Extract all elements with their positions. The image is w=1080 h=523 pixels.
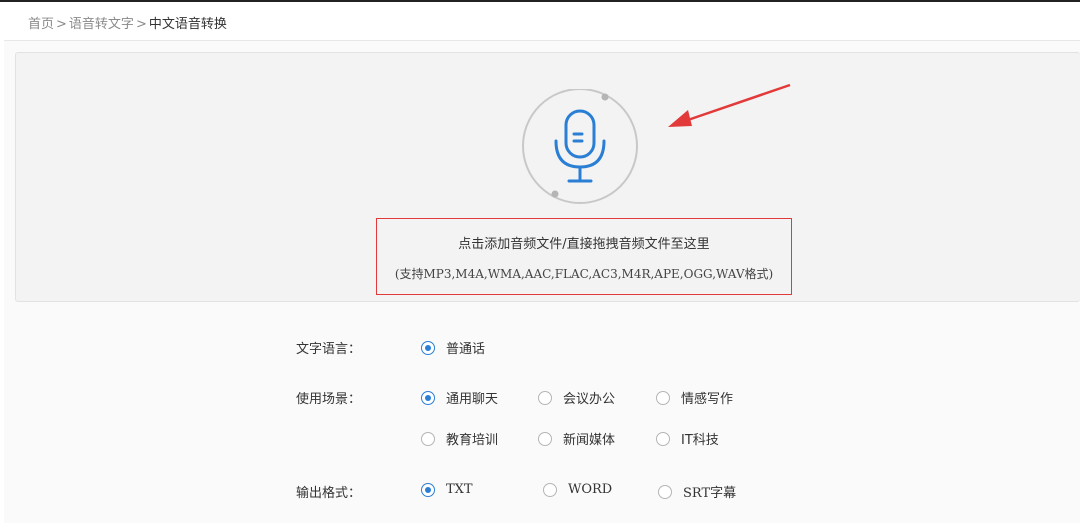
radio-label: 新闻媒体 bbox=[563, 433, 616, 448]
radio-label: WORD bbox=[568, 482, 613, 497]
radio-label: TXT bbox=[446, 482, 473, 497]
breadcrumb: 首页 > 语音转文字 > 中文语音转换 bbox=[28, 13, 227, 32]
radio-circle bbox=[543, 482, 557, 497]
output-option-txt[interactable]: TXT bbox=[421, 482, 473, 497]
breadcrumb-home-link[interactable]: 首页 bbox=[28, 17, 54, 32]
radio-circle bbox=[656, 390, 670, 405]
red-arrow-annotation bbox=[668, 83, 791, 127]
window-top-edge bbox=[0, 0, 1080, 2]
language-label: 文字语言： bbox=[296, 342, 362, 357]
scene-option-meeting[interactable]: 会议办公 bbox=[538, 388, 615, 407]
radio-circle bbox=[658, 484, 672, 499]
scene-option-news-media[interactable]: 新闻媒体 bbox=[538, 429, 615, 448]
breadcrumb-separator: > bbox=[56, 17, 67, 32]
scene-option-education[interactable]: 教育培训 bbox=[421, 429, 498, 448]
breadcrumb-speech-to-text-link[interactable]: 语音转文字 bbox=[69, 17, 134, 32]
radio-circle bbox=[656, 431, 670, 446]
radio-label: IT科技 bbox=[681, 433, 719, 448]
radio-label: 情感写作 bbox=[681, 392, 734, 407]
radio-label: 会议办公 bbox=[563, 392, 616, 407]
scene-option-writing[interactable]: 情感写作 bbox=[656, 388, 733, 407]
output-format-label: 输出格式： bbox=[296, 486, 362, 501]
upload-hint-text: 点击添加音频文件/直接拖拽音频文件至这里 bbox=[458, 237, 710, 252]
language-option-mandarin[interactable]: 普通话 bbox=[421, 338, 485, 357]
radio-label: 教育培训 bbox=[446, 433, 499, 448]
microphone-icon bbox=[522, 88, 638, 204]
radio-circle bbox=[421, 340, 435, 355]
radio-circle bbox=[421, 482, 435, 497]
radio-label: SRT字幕 bbox=[683, 486, 737, 501]
radio-circle bbox=[538, 390, 552, 405]
add-audio-button[interactable] bbox=[519, 88, 641, 211]
scene-label: 使用场景： bbox=[296, 392, 362, 407]
supported-formats-text: (支持MP3,M4A,WMA,AAC,FLAC,AC3,M4R,APE,OGG,… bbox=[394, 267, 774, 281]
upload-hint-highlight: 点击添加音频文件/直接拖拽音频文件至这里 (支持MP3,M4A,WMA,AAC,… bbox=[376, 218, 792, 295]
scene-option-general-chat[interactable]: 通用聊天 bbox=[421, 388, 498, 407]
radio-label: 普通话 bbox=[446, 342, 486, 357]
scene-option-it-tech[interactable]: IT科技 bbox=[656, 429, 719, 448]
output-option-word[interactable]: WORD bbox=[543, 482, 612, 497]
radio-circle bbox=[421, 390, 435, 405]
breadcrumb-separator: > bbox=[135, 17, 147, 32]
radio-label: 通用聊天 bbox=[446, 392, 499, 407]
radio-circle bbox=[421, 431, 435, 446]
breadcrumb-current: 中文语音转换 bbox=[148, 17, 227, 32]
radio-circle bbox=[538, 431, 552, 446]
output-option-srt[interactable]: SRT字幕 bbox=[658, 482, 736, 501]
